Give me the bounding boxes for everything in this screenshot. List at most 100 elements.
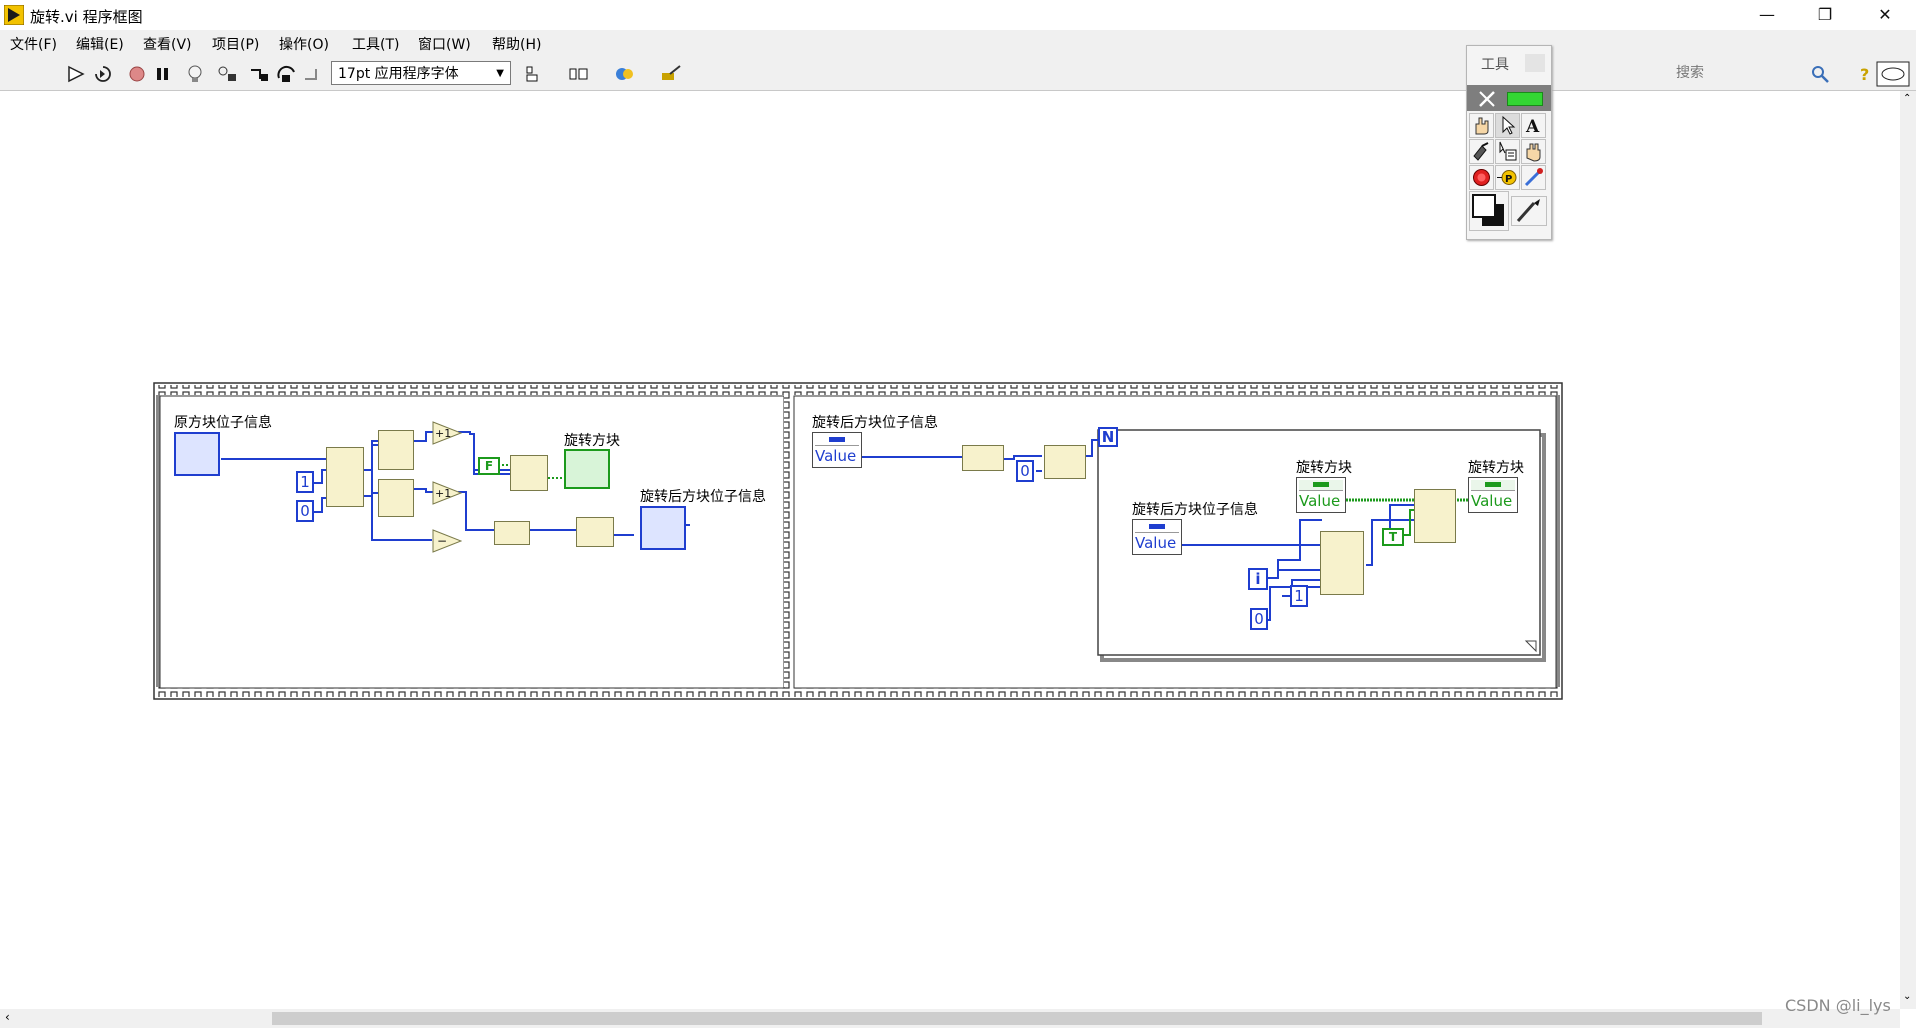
set-color-icon[interactable] <box>1469 191 1509 231</box>
breakpoint-icon[interactable] <box>1469 165 1494 190</box>
run-arrow-icon[interactable] <box>66 64 88 84</box>
font-select-value: 17pt 应用程序字体 <box>338 66 459 82</box>
property-node-value-4[interactable]: Value <box>1132 519 1182 555</box>
array-indicator-after[interactable] <box>640 506 686 550</box>
auto-tool-led <box>1507 92 1543 106</box>
increment-node-2[interactable]: +1 <box>432 481 462 505</box>
color-copy-icon[interactable] <box>1521 165 1546 190</box>
horizontal-scroll-thumb[interactable] <box>272 1012 1762 1025</box>
search-input[interactable]: 搜索 <box>1672 61 1816 85</box>
loop-count-terminal[interactable]: N <box>1098 427 1118 447</box>
subtract-node[interactable]: − <box>432 529 462 553</box>
numeric-constant-1[interactable]: 1 <box>296 471 314 493</box>
watermark: CSDN @li_lys <box>1785 996 1891 1015</box>
menu-help[interactable]: 帮助(H) <box>492 34 541 54</box>
palette-close-button[interactable] <box>1525 54 1545 72</box>
label-original-block-info: 原方块位子信息 <box>174 415 272 431</box>
position-arrow-icon[interactable] <box>1495 113 1520 138</box>
property-value-text-3: Value <box>1471 492 1513 510</box>
numeric-constant-0-loop[interactable]: 0 <box>1250 608 1268 630</box>
step-into-icon[interactable] <box>248 64 270 84</box>
minimize-button[interactable]: — <box>1738 0 1796 30</box>
menu-file[interactable]: 文件(F) <box>10 34 57 54</box>
pause-icon[interactable] <box>152 64 174 84</box>
index-array-node-frame2[interactable] <box>1044 445 1086 479</box>
label-after-rotation-info-3: 旋转后方块位子信息 <box>1132 502 1258 518</box>
highlight-execution-icon[interactable] <box>184 64 206 84</box>
horizontal-scrollbar[interactable]: ‹ <box>0 1009 1900 1028</box>
numeric-constant-0[interactable]: 0 <box>296 500 314 522</box>
reorder-icon[interactable] <box>614 64 636 84</box>
diagram-wires <box>153 382 1563 700</box>
property-node-value-3[interactable]: Value <box>1468 477 1518 513</box>
toolbar: ? <box>0 56 1916 91</box>
boolean-constant-false[interactable]: F <box>478 457 500 475</box>
step-out-icon[interactable] <box>302 64 324 84</box>
font-select[interactable]: 17pt 应用程序字体 ▼ <box>331 61 511 85</box>
menu-window[interactable]: 窗口(W) <box>418 34 471 54</box>
menu-tools[interactable]: 工具(T) <box>352 34 399 54</box>
align-objects-icon[interactable] <box>524 64 546 84</box>
array-dimension-node[interactable] <box>962 445 1004 471</box>
build-array-node[interactable] <box>494 521 530 545</box>
initialize-array-node[interactable] <box>510 455 548 491</box>
index-array-node-2d[interactable] <box>1320 531 1364 595</box>
increment-label-1: +1 <box>435 427 451 440</box>
subtract-label: − <box>437 534 447 548</box>
boolean-constant-true[interactable]: T <box>1382 528 1404 546</box>
increment-label-2: +1 <box>435 487 451 500</box>
svg-text:P: P <box>1505 174 1512 185</box>
label-rotate-block-2: 旋转方块 <box>1468 460 1524 476</box>
retain-wire-values-icon[interactable] <box>216 64 238 84</box>
tools-palette[interactable]: 工具 A P <box>1466 45 1552 240</box>
vertical-scrollbar[interactable]: ⌃ ⌄ <box>1900 91 1916 1009</box>
label-rotate-block-1: 旋转方块 <box>1296 460 1352 476</box>
increment-node-1[interactable]: +1 <box>432 421 462 445</box>
edit-text-icon[interactable]: A <box>1521 113 1546 138</box>
auto-tool-icon[interactable] <box>1477 89 1499 109</box>
menu-view[interactable]: 查看(V) <box>143 34 192 54</box>
vi-icon[interactable] <box>1876 61 1910 87</box>
run-continuously-icon[interactable] <box>92 64 114 84</box>
scroll-hand-icon[interactable] <box>1521 139 1546 164</box>
sequence-frame-1[interactable] <box>159 395 785 689</box>
paintbrush-icon[interactable] <box>1511 196 1547 226</box>
palette-title: 工具 <box>1481 57 1509 73</box>
label-after-rotation-info-2: 旋转后方块位子信息 <box>812 415 938 431</box>
menu-bar: 文件(F) 编辑(E) 查看(V) 项目(P) 操作(O) 工具(T) 窗口(W… <box>0 30 1916 56</box>
property-node-value-2[interactable]: Value <box>1296 477 1346 513</box>
menu-project[interactable]: 项目(P) <box>212 34 259 54</box>
property-value-text-2: Value <box>1299 492 1341 510</box>
property-node-value-1[interactable]: Value <box>812 432 862 468</box>
label-rotated-block: 旋转方块 <box>564 433 620 449</box>
numeric-constant-0-frame2[interactable]: 0 <box>1016 460 1034 482</box>
operate-hand-icon[interactable] <box>1469 113 1494 138</box>
connect-wire-icon[interactable] <box>1469 139 1494 164</box>
replace-array-subset-node[interactable] <box>1414 489 1456 543</box>
block-diagram-canvas[interactable]: 原方块位子信息 1 0 +1 +1 − F 旋转方块 旋转后方块位子信息 旋转后… <box>0 91 1900 1009</box>
loop-iteration-terminal[interactable]: i <box>1248 568 1268 590</box>
scroll-down-icon[interactable]: ⌄ <box>1903 991 1911 1002</box>
reshape-array-node[interactable] <box>576 517 614 547</box>
probe-icon[interactable]: P <box>1495 165 1520 190</box>
abort-icon[interactable] <box>126 64 148 84</box>
shortcut-menu-icon[interactable] <box>1495 139 1520 164</box>
step-over-icon[interactable] <box>276 64 298 84</box>
numeric-constant-1-frame2[interactable]: 1 <box>1290 585 1308 607</box>
bool-array-indicator[interactable] <box>564 449 610 489</box>
array-control-original[interactable] <box>174 432 220 476</box>
scroll-left-icon[interactable]: ‹ <box>5 1010 10 1024</box>
close-button[interactable]: ✕ <box>1856 0 1914 30</box>
array-size-node-1[interactable] <box>378 430 414 470</box>
scroll-up-icon[interactable]: ⌃ <box>1903 93 1911 104</box>
array-size-node-2[interactable] <box>378 479 414 517</box>
distribute-objects-icon[interactable] <box>568 64 590 84</box>
window-title: 旋转.vi 程序框图 <box>30 8 143 26</box>
menu-operate[interactable]: 操作(O) <box>279 34 329 54</box>
index-array-node[interactable] <box>326 447 364 507</box>
menu-edit[interactable]: 编辑(E) <box>76 34 124 54</box>
restore-button[interactable]: ❐ <box>1796 0 1854 30</box>
cleanup-diagram-icon[interactable] <box>660 64 682 84</box>
help-icon[interactable]: ? <box>1854 64 1876 84</box>
title-bar: 旋转.vi 程序框图 — ❐ ✕ <box>0 0 1916 30</box>
